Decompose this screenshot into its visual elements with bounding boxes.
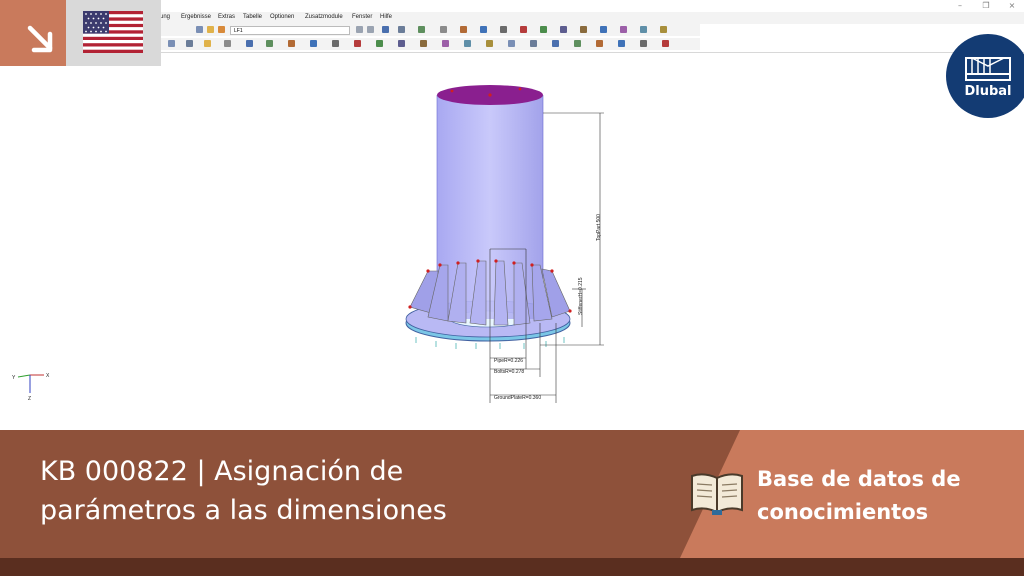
grid-icon[interactable] [376,40,383,47]
dlubal-logo[interactable]: Dlubal [946,34,1024,118]
surface-icon[interactable] [204,40,211,47]
connect-icon[interactable] [530,40,537,47]
line-icon[interactable] [186,40,193,47]
flag-icon[interactable] [662,40,669,47]
new-icon[interactable] [196,26,203,33]
measure-icon[interactable] [640,40,647,47]
category-line-2: conocimientos [757,500,929,524]
delete-icon[interactable] [520,26,527,33]
options-icon[interactable] [600,26,607,33]
menu-item-zusatzmodule[interactable]: Zusatzmodule [305,14,343,20]
calculate-icon[interactable] [382,26,389,33]
restore-button[interactable]: ❐ [974,0,998,12]
display-icon[interactable] [560,26,567,33]
dim-top-part[interactable]: TopPart 500 [596,214,602,241]
dimension-icon[interactable] [310,40,317,47]
coordinate-axes: X Y Z [12,373,50,402]
menu-item-extras[interactable]: Extras [218,14,235,20]
close-button[interactable]: × [1000,0,1024,12]
menu-bar: ung Ergebnisse Extras Tabelle Optionen Z… [160,12,1024,24]
dim-stiffener-height[interactable]: StiffenerH=0.215 [578,277,584,315]
model-graphics[interactable]: TopPart 500 StiffenerH=0.215 PipeR=0.226… [0,53,1024,431]
filter-icon[interactable] [574,40,581,47]
load-icon[interactable] [288,40,295,47]
table-icon[interactable] [580,26,587,33]
visibility-icon[interactable] [618,40,625,47]
mirror-icon[interactable] [464,40,471,47]
rotate-icon[interactable] [442,40,449,47]
load-case-select[interactable]: LF1 [230,26,350,35]
article-title: KB 000822 | Asignación de parámetros a l… [40,452,680,530]
menu-item-optionen[interactable]: Optionen [270,14,294,20]
article-title-line-2: parámetros a las dimensiones [40,495,447,526]
article-title-line-1: KB 000822 | Asignación de [40,456,404,487]
node-icon[interactable] [168,40,175,47]
support-icon[interactable] [246,40,253,47]
view-icon[interactable] [440,26,447,33]
solid-icon[interactable] [224,40,231,47]
language-badge[interactable] [66,0,161,66]
render-icon[interactable] [460,26,467,33]
axis-x-label: X [46,373,50,379]
arrow-down-right-icon [27,25,53,53]
zoom-icon[interactable] [480,26,487,33]
bridge-logo-icon [965,57,1011,81]
dim-pipe-radius[interactable]: PipeR=0.226 [494,358,523,364]
logo-text: Dlubal [964,84,1012,99]
save-icon[interactable] [218,26,225,33]
category-label[interactable]: Base de datos de conocimientos [757,463,1017,529]
color-icon[interactable] [596,40,603,47]
menu-item-fenster[interactable]: Fenster [352,14,372,20]
check-icon[interactable] [540,26,547,33]
help-icon[interactable] [660,26,667,33]
hinge-icon[interactable] [266,40,273,47]
axis-z-label: Z [28,396,31,402]
toolbar-secondary [160,38,700,50]
open-book-icon [691,473,743,515]
model-viewport[interactable]: TopPart 500 StiffenerH=0.215 PipeR=0.226… [0,52,1024,431]
menu-item-hilfe[interactable]: Hilfe [380,14,392,20]
export-icon[interactable] [640,26,647,33]
minimize-button[interactable]: – [948,0,972,12]
next-icon[interactable] [367,26,374,33]
arrow-badge [0,0,66,66]
previous-icon[interactable] [356,26,363,33]
us-flag-icon [83,11,143,53]
category-line-1: Base de datos de [757,467,961,491]
print-icon[interactable] [620,26,627,33]
copy-icon[interactable] [486,40,493,47]
results-icon[interactable] [398,26,405,33]
divide-icon[interactable] [508,40,515,47]
footer-bottom-strip [0,558,1024,576]
menu-item-bearbeitung[interactable]: ung [160,14,170,20]
open-icon[interactable] [207,26,214,33]
graphics-icon[interactable] [418,26,425,33]
move-icon[interactable] [420,40,427,47]
menu-item-ergebnisse[interactable]: Ergebnisse [181,14,211,20]
comment-icon[interactable] [332,40,339,47]
menu-item-tabelle[interactable]: Tabelle [243,14,262,20]
axis-y-label: Y [12,375,16,381]
select-icon[interactable] [552,40,559,47]
dim-ground-plate-radius[interactable]: GroundPlateR=0.360 [494,395,541,401]
snap-icon[interactable] [398,40,405,47]
guide-icon[interactable] [354,40,361,47]
section-icon[interactable] [500,26,507,33]
dim-bolts-radius[interactable]: BoltsR=0.278 [494,369,524,375]
